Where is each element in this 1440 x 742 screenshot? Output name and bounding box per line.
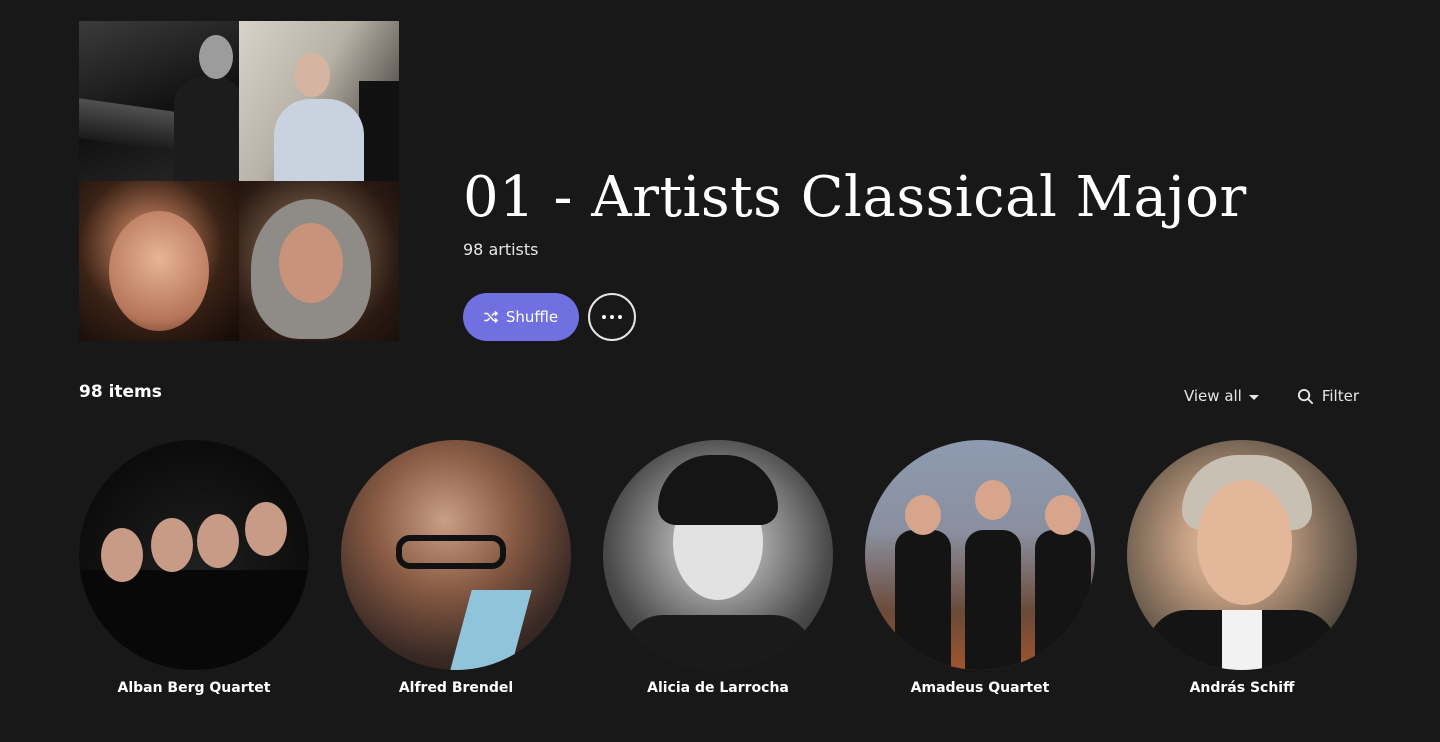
search-icon [1297,388,1313,404]
page-title: 01 - Artists Classical Major [463,165,1247,230]
artist-grid: Alban Berg Quartet Alfred Brendel Alicia… [79,440,1357,696]
cover-tile-pianist-2 [239,21,399,181]
cover-tile-conductor [79,181,239,341]
chevron-down-icon [1248,394,1259,400]
playlist-info: 01 - Artists Classical Major 98 artists [463,160,1247,259]
filter-button[interactable]: Filter [1297,387,1359,405]
more-dot [618,315,622,319]
cover-tile-pianist-1 [79,21,239,181]
artist-avatar[interactable] [603,440,833,670]
artist-card[interactable]: Amadeus Quartet [865,440,1095,696]
shuffle-icon [484,311,498,323]
artist-card[interactable]: András Schiff [1127,440,1357,696]
artist-card[interactable]: Alfred Brendel [341,440,571,696]
playlist-cover [79,21,399,341]
artist-avatar[interactable] [341,440,571,670]
artist-name[interactable]: Alicia de Larrocha [647,680,789,696]
artist-avatar[interactable] [865,440,1095,670]
artist-card[interactable]: Alicia de Larrocha [603,440,833,696]
view-all-label: View all [1183,387,1242,405]
more-options-button[interactable] [588,293,636,341]
more-dot [610,315,614,319]
list-toolbar: View all Filter [1184,387,1359,405]
artist-name[interactable]: Alfred Brendel [399,680,513,696]
shuffle-button[interactable]: Shuffle [463,293,579,341]
artist-name[interactable]: Alban Berg Quartet [117,680,270,696]
artist-count: 98 artists [463,240,539,259]
artist-avatar[interactable] [79,440,309,670]
artist-name[interactable]: Amadeus Quartet [911,680,1050,696]
items-count: 98 items [79,382,162,402]
view-all-dropdown[interactable]: View all [1184,387,1259,405]
shuffle-label: Shuffle [505,308,559,326]
filter-label: Filter [1321,387,1359,405]
playlist-actions: Shuffle [463,293,636,341]
more-options-icon [602,315,606,319]
artist-card[interactable]: Alban Berg Quartet [79,440,309,696]
artist-avatar[interactable] [1127,440,1357,670]
artist-name[interactable]: András Schiff [1190,680,1295,696]
cover-tile-pianist-3 [239,181,399,341]
